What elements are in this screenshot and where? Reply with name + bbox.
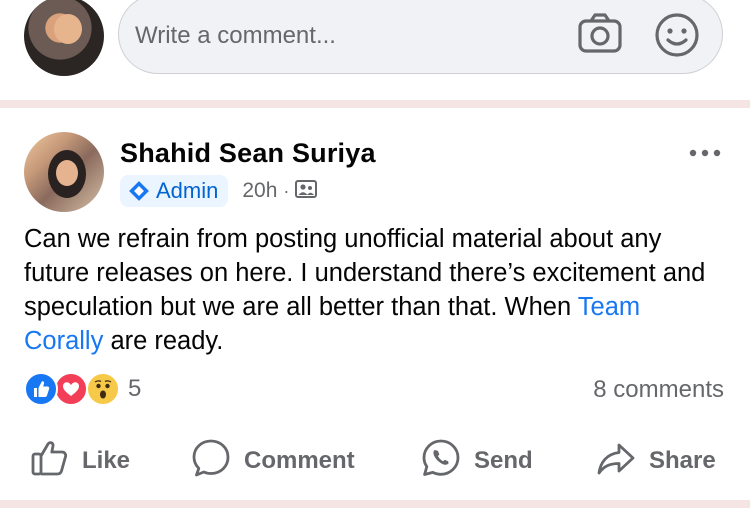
admin-badge-icon	[129, 181, 149, 201]
section-divider-bottom	[0, 500, 750, 508]
send-button[interactable]: Send	[420, 432, 533, 490]
meta-separator: ·	[283, 180, 290, 201]
send-label: Send	[474, 447, 533, 474]
post-text-end: are ready.	[103, 327, 224, 355]
comment-button[interactable]: Comment	[190, 432, 355, 490]
comment-input[interactable]	[133, 21, 557, 51]
author-name[interactable]: Shahid Sean Suriya	[120, 138, 376, 169]
camera-icon[interactable]	[577, 11, 623, 57]
share-button[interactable]: Share	[595, 432, 716, 490]
section-divider	[0, 100, 750, 108]
admin-badge: Admin	[120, 175, 229, 207]
comment-icon	[190, 437, 244, 486]
comments-count[interactable]: 8 comments	[593, 376, 724, 404]
comment-label: Comment	[244, 447, 355, 474]
admin-badge-label: Admin	[156, 178, 219, 203]
more-options-icon[interactable]	[688, 146, 722, 158]
comment-composer	[0, 0, 750, 100]
like-icon	[24, 372, 58, 406]
emoji-icon[interactable]	[653, 11, 701, 59]
post-meta: Admin 20h ·	[120, 175, 318, 207]
post-text: Can we refrain from posting unofficial m…	[24, 222, 724, 358]
reactions-summary[interactable]: 5	[24, 372, 141, 406]
reaction-icons	[24, 372, 122, 406]
like-outline-icon	[30, 438, 82, 485]
like-button[interactable]: Like	[30, 432, 130, 490]
reaction-count[interactable]: 5	[128, 375, 141, 403]
group-audience-icon	[295, 179, 318, 204]
comment-box[interactable]	[118, 0, 723, 74]
post-time[interactable]: 20h	[242, 179, 277, 203]
post-actions: Like Comment Send Share	[0, 432, 750, 490]
author-avatar[interactable]	[24, 132, 104, 212]
love-icon	[54, 372, 88, 406]
like-label: Like	[82, 447, 131, 474]
whatsapp-icon	[420, 437, 474, 486]
wow-icon	[86, 372, 120, 406]
share-icon	[595, 437, 649, 486]
share-label: Share	[649, 447, 716, 474]
current-user-avatar[interactable]	[24, 0, 104, 76]
